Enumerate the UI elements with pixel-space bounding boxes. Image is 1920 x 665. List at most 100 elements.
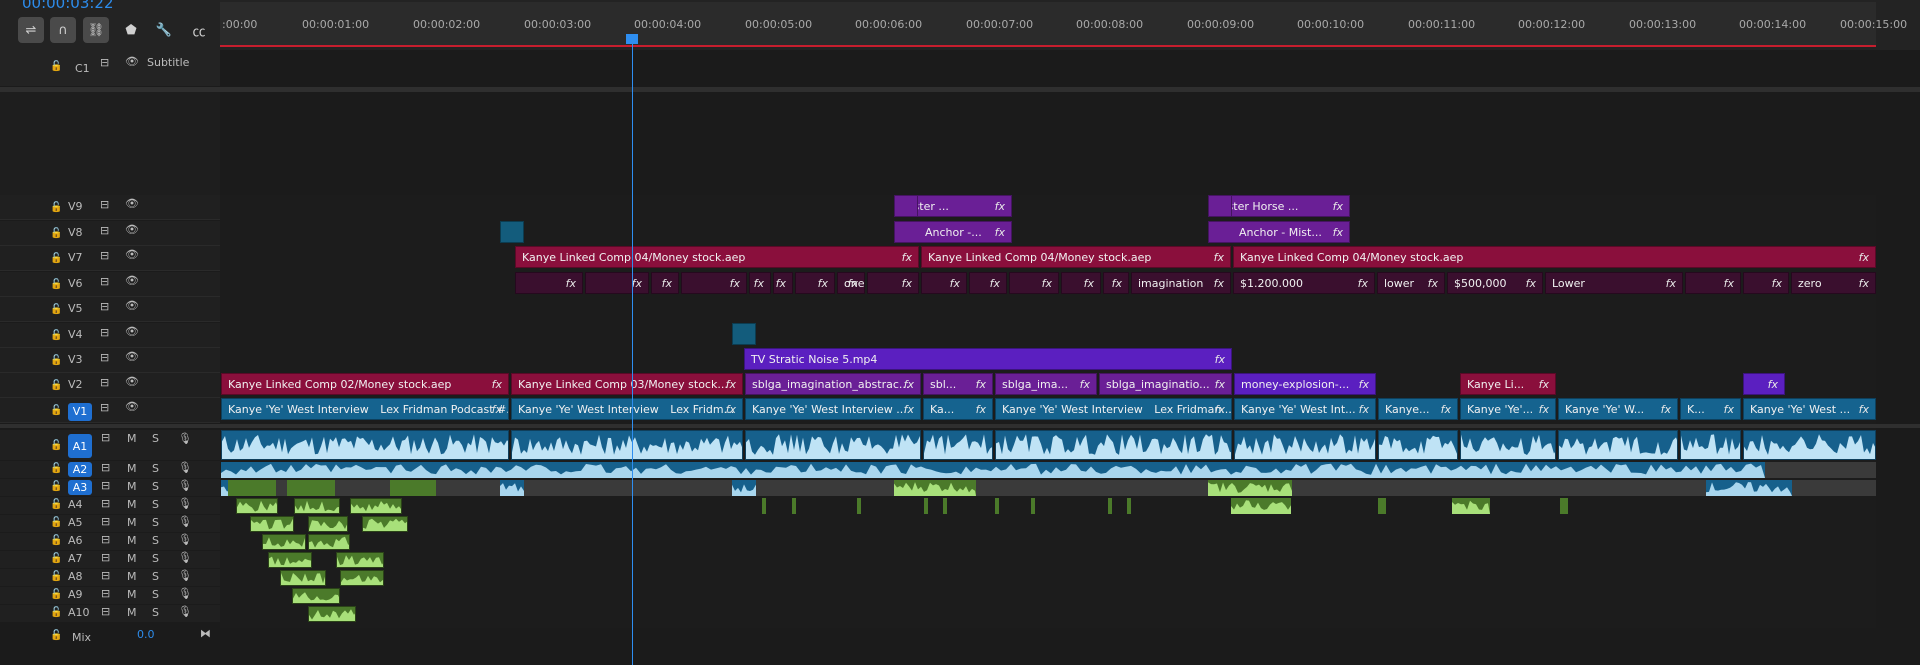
track-name-a2[interactable]: A2 — [68, 462, 92, 477]
audio-clip[interactable] — [732, 480, 756, 496]
clip[interactable]: fx — [1743, 272, 1789, 294]
solo-button[interactable]: S — [152, 516, 159, 529]
clip[interactable]: fx — [1685, 272, 1741, 294]
lock-icon[interactable]: 🔓 — [50, 463, 62, 474]
audio-clip[interactable] — [280, 570, 326, 586]
audio-clip[interactable] — [1127, 498, 1131, 514]
audio-clip[interactable] — [943, 498, 947, 514]
clip[interactable]: Kanye Linked Comp 02/Money stock.aep fx — [221, 373, 509, 395]
audio-clip[interactable] — [1680, 430, 1741, 460]
fx-badge[interactable]: fx — [726, 378, 736, 391]
clip[interactable]: sbl... fx — [923, 373, 993, 395]
fx-badge[interactable]: fx — [1428, 277, 1438, 290]
sync-lock-icon[interactable]: ⊟ — [101, 551, 110, 564]
lock-icon[interactable]: 🔓 — [50, 253, 62, 264]
clip[interactable]: fx — [585, 272, 649, 294]
eye-icon[interactable]: 👁 — [125, 274, 139, 287]
clip[interactable]: fx — [515, 272, 583, 294]
clip[interactable]: $1.200.000 fx — [1233, 272, 1375, 294]
fx-badge[interactable]: fx — [1661, 403, 1671, 416]
sync-lock-icon[interactable]: ⊟ — [100, 275, 109, 288]
lock-icon[interactable]: 🔓 — [50, 440, 62, 451]
add-marker-button[interactable]: ⬟ — [118, 17, 144, 43]
track-name-a7[interactable]: A7 — [68, 552, 83, 565]
solo-button[interactable]: S — [152, 432, 159, 445]
sync-lock-icon[interactable]: ⊟ — [101, 569, 110, 582]
fx-badge[interactable]: fx — [976, 378, 986, 391]
track-name-v4[interactable]: V4 — [68, 328, 83, 341]
clip[interactable]: fx — [681, 272, 747, 294]
clip-handle[interactable] — [894, 195, 918, 217]
playhead-handle[interactable] — [626, 34, 638, 44]
fx-badge[interactable]: fx — [1080, 378, 1090, 391]
microphone-icon[interactable]: 🎙 — [178, 587, 192, 600]
audio-clip[interactable] — [294, 498, 340, 514]
track-name-a5[interactable]: A5 — [68, 516, 83, 529]
clip[interactable]: sblga_imaginatio... fx — [1099, 373, 1232, 395]
mute-button[interactable]: M — [127, 534, 137, 547]
lock-icon[interactable]: 🔓 — [50, 535, 62, 546]
sync-lock-icon[interactable]: ⊟ — [100, 249, 109, 262]
clip[interactable]: money-explosion-... fx — [1234, 373, 1376, 395]
audio-clip[interactable] — [1560, 498, 1568, 514]
track-name-v3[interactable]: V3 — [68, 353, 83, 366]
audio-clip[interactable] — [1231, 498, 1291, 514]
eye-icon[interactable]: 👁 — [125, 375, 139, 388]
audio-clip[interactable] — [1234, 430, 1376, 460]
clip[interactable]: fx — [1743, 373, 1785, 395]
clip[interactable]: Kanye Linked Comp 04/Money stock.aep fx — [921, 246, 1231, 268]
clip[interactable]: fx — [921, 272, 967, 294]
sync-lock-icon[interactable]: ⊟ — [101, 587, 110, 600]
fx-badge[interactable]: fx — [1768, 378, 1778, 391]
track-name-v8[interactable]: V8 — [68, 226, 83, 239]
fx-badge[interactable]: fx — [1214, 277, 1224, 290]
audio-clip[interactable] — [308, 534, 350, 550]
mix-lock-icon[interactable]: 🔓 — [50, 630, 62, 641]
audio-clip[interactable] — [236, 498, 278, 514]
lock-icon[interactable]: 🔓 — [50, 202, 62, 213]
mute-button[interactable]: M — [127, 480, 137, 493]
clip[interactable]: Lower fx — [1545, 272, 1683, 294]
clip[interactable]: Kanye 'Ye' West Int... fx — [1234, 398, 1376, 420]
fx-badge[interactable]: fx — [1214, 251, 1224, 264]
eye-icon[interactable]: 👁 — [125, 350, 139, 363]
lock-icon[interactable]: 🔓 — [50, 405, 62, 416]
fx-badge[interactable]: fx — [1215, 403, 1225, 416]
solo-button[interactable]: S — [152, 606, 159, 619]
microphone-icon[interactable]: 🎙 — [178, 461, 192, 474]
lock-icon[interactable]: 🔓 — [50, 304, 62, 315]
fx-badge[interactable]: fx — [1526, 277, 1536, 290]
mute-button[interactable]: M — [127, 552, 137, 565]
fx-badge[interactable]: fx — [1359, 378, 1369, 391]
eye-icon[interactable]: 👁 — [125, 325, 139, 338]
microphone-icon[interactable]: 🎙 — [178, 515, 192, 528]
clip[interactable]: Kanye 'Ye' West Interview ... fx — [745, 398, 921, 420]
eye-icon[interactable]: 👁 — [125, 299, 139, 312]
fx-badge[interactable]: fx — [730, 277, 740, 290]
microphone-icon[interactable]: 🎙 — [178, 605, 192, 618]
clip[interactable]: Anchor -... fx — [894, 221, 1012, 243]
microphone-icon[interactable]: 🎙 — [178, 432, 192, 445]
fx-badge[interactable]: fx — [662, 277, 672, 290]
captions-button[interactable]: ㏄ — [184, 17, 214, 43]
sync-lock-icon[interactable]: ⊟ — [101, 461, 110, 474]
clip[interactable]: sblga_imagination_abstrac... fx — [745, 373, 921, 395]
sync-lock-icon[interactable]: ⊟ — [100, 224, 109, 237]
clip[interactable]: fx — [969, 272, 1007, 294]
sync-lock-icon[interactable]: ⊟ — [101, 431, 110, 444]
clip-handle[interactable] — [1208, 195, 1232, 217]
fx-badge[interactable]: fx — [1859, 403, 1869, 416]
fx-badge[interactable]: fx — [904, 403, 914, 416]
fx-badge[interactable]: fx — [976, 403, 986, 416]
mix-value[interactable]: 0.0 — [137, 628, 155, 641]
audio-clip[interactable] — [250, 516, 294, 532]
clip[interactable]: one fx — [837, 272, 865, 294]
audio-clip[interactable] — [894, 480, 976, 496]
fx-badge[interactable]: fx — [995, 200, 1005, 213]
audio-clip[interactable] — [923, 430, 993, 460]
audio-clip[interactable] — [500, 480, 524, 496]
clip[interactable]: fx — [651, 272, 679, 294]
audio-clip[interactable] — [995, 498, 999, 514]
eye-icon[interactable]: 👁 — [125, 55, 139, 68]
lock-icon[interactable]: 🔓 — [50, 61, 62, 72]
